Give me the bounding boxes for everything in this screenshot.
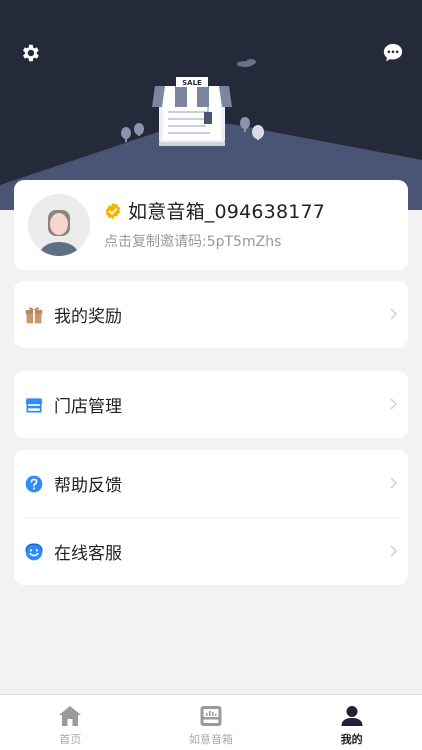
chevron-right-icon: [390, 308, 398, 320]
customer-service-icon: [25, 542, 43, 560]
gift-icon: [25, 306, 43, 323]
profile-card: 如意音箱_094638177 点击复制邀请码:5pT5mZhs: [14, 180, 408, 270]
header-banner: SALE: [0, 0, 422, 210]
menu-item-rewards[interactable]: 我的奖励: [14, 281, 408, 348]
help-icon: [25, 475, 43, 492]
tab-label: 我的: [340, 733, 363, 746]
menu-item-help-feedback[interactable]: 帮助反馈: [14, 450, 408, 517]
menu-item-store-management[interactable]: 门店管理: [14, 371, 408, 438]
bottom-tab-bar: 首页 如意音箱 我的: [0, 694, 422, 750]
user-icon: [341, 706, 363, 726]
store-sign: SALE: [182, 79, 202, 87]
menu-label: 帮助反馈: [54, 476, 122, 496]
menu-label: 门店管理: [54, 397, 122, 417]
speaker-icon: [200, 706, 222, 726]
avatar[interactable]: [28, 194, 90, 256]
gear-icon[interactable]: [19, 42, 41, 64]
menu-card-rewards: 我的奖励: [14, 281, 408, 348]
menu-label: 在线客服: [54, 544, 122, 564]
home-icon: [59, 706, 82, 726]
tab-home[interactable]: 首页: [0, 695, 141, 750]
store-illustration: SALE: [0, 59, 422, 210]
chevron-right-icon: [390, 398, 398, 410]
tab-speaker[interactable]: 如意音箱: [141, 695, 282, 750]
menu-label: 我的奖励: [54, 307, 122, 327]
menu-item-online-support[interactable]: 在线客服: [14, 518, 408, 585]
menu-card-support: 帮助反馈 在线客服: [14, 450, 408, 585]
chevron-right-icon: [390, 545, 398, 557]
menu-card-store: 门店管理: [14, 371, 408, 438]
invite-code[interactable]: 点击复制邀请码:5pT5mZhs: [104, 231, 281, 251]
tab-mine[interactable]: 我的: [281, 695, 422, 750]
chat-bubble-icon[interactable]: [382, 42, 404, 64]
tab-label: 如意音箱: [189, 733, 233, 746]
username: 如意音箱_094638177: [128, 201, 326, 223]
verified-badge-icon: [105, 202, 121, 219]
tab-label: 首页: [59, 733, 82, 746]
store-icon: [25, 397, 43, 412]
chevron-right-icon: [390, 477, 398, 489]
